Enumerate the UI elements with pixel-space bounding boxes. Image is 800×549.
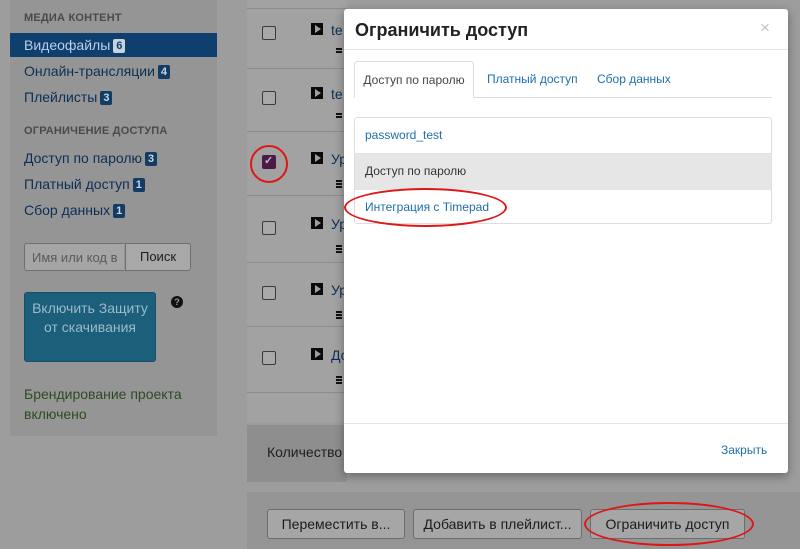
sidebar-item-videos[interactable]: Видеофайлы 6: [10, 33, 217, 57]
list-item-timepad-integration[interactable]: Интеграция с Timepad: [355, 190, 771, 223]
info-icon: [336, 113, 342, 119]
info-icon: [336, 245, 342, 254]
access-options-list: password_test Доступ по паролю Интеграци…: [354, 117, 772, 224]
restrict-access-modal: Ограничить доступ × Доступ по паролю Пла…: [344, 9, 788, 473]
media-heading: МЕДИА КОНТЕНТ: [24, 12, 122, 24]
restrict-access-button[interactable]: Ограничить доступ: [590, 509, 745, 539]
tab-data-collection[interactable]: Сбор данных: [597, 61, 671, 98]
count-badge: 3: [100, 91, 113, 105]
count-badge: 1: [113, 204, 126, 218]
modal-footer-divider: [344, 423, 788, 424]
sidebar-item-streams[interactable]: Онлайн-трансляции 4: [24, 63, 171, 79]
video-title[interactable]: te: [331, 86, 343, 102]
list-item-password-test[interactable]: password_test: [355, 118, 771, 154]
info-icon: [336, 180, 342, 189]
row-checkbox-checked[interactable]: [262, 154, 276, 169]
play-icon: [311, 152, 323, 164]
play-icon: [311, 348, 323, 360]
modal-divider: [344, 49, 788, 50]
list-item-password-access[interactable]: Доступ по паролю: [355, 154, 771, 190]
count-badge: 4: [157, 65, 171, 79]
row-checkbox[interactable]: [262, 351, 276, 365]
modal-title: Ограничить доступ: [355, 20, 529, 40]
close-button[interactable]: Закрыть: [721, 443, 767, 457]
count-badge: 6: [113, 39, 126, 53]
video-title[interactable]: te: [331, 22, 343, 38]
move-button[interactable]: Переместить в...: [267, 509, 405, 539]
help-icon[interactable]: ?: [171, 296, 183, 308]
info-icon: [336, 48, 342, 54]
tab-paid-access[interactable]: Платный доступ: [487, 61, 578, 98]
play-icon: [311, 217, 323, 229]
row-checkbox[interactable]: [262, 91, 276, 105]
play-icon: [311, 283, 323, 295]
info-icon: [336, 376, 342, 385]
sidebar-item-playlists[interactable]: Плейлисты 3: [24, 89, 113, 105]
count-badge: 1: [132, 178, 145, 192]
row-checkbox[interactable]: [262, 26, 276, 40]
info-icon: [336, 311, 342, 320]
count-label: Количество: [267, 444, 343, 460]
sidebar-item-paid[interactable]: Платный доступ 1: [24, 176, 145, 192]
sidebar: МЕДИА КОНТЕНТ Видеофайлы 6 Онлайн-трансля…: [10, 0, 217, 436]
row-checkbox[interactable]: [262, 286, 276, 300]
play-icon: [311, 87, 323, 99]
download-protection-button[interactable]: Включить Защиту от скачивания: [24, 292, 156, 362]
sidebar-item-password[interactable]: Доступ по паролю 3: [24, 150, 158, 166]
sidebar-item-data-collection[interactable]: Сбор данных 1: [24, 202, 126, 218]
row-checkbox[interactable]: [262, 221, 276, 235]
tab-password-access[interactable]: Доступ по паролю: [354, 61, 474, 98]
play-icon: [311, 23, 323, 35]
branding-status: Брендирование проекта включено: [24, 386, 182, 422]
search-button[interactable]: Поиск: [125, 243, 191, 271]
close-icon[interactable]: ×: [760, 18, 770, 38]
add-to-playlist-button[interactable]: Добавить в плейлист...: [413, 509, 582, 539]
access-heading: ОГРАНИЧЕНИЕ ДОСТУПА: [24, 125, 168, 137]
search-input[interactable]: Имя или код в: [24, 243, 124, 271]
count-badge: 3: [145, 152, 158, 166]
